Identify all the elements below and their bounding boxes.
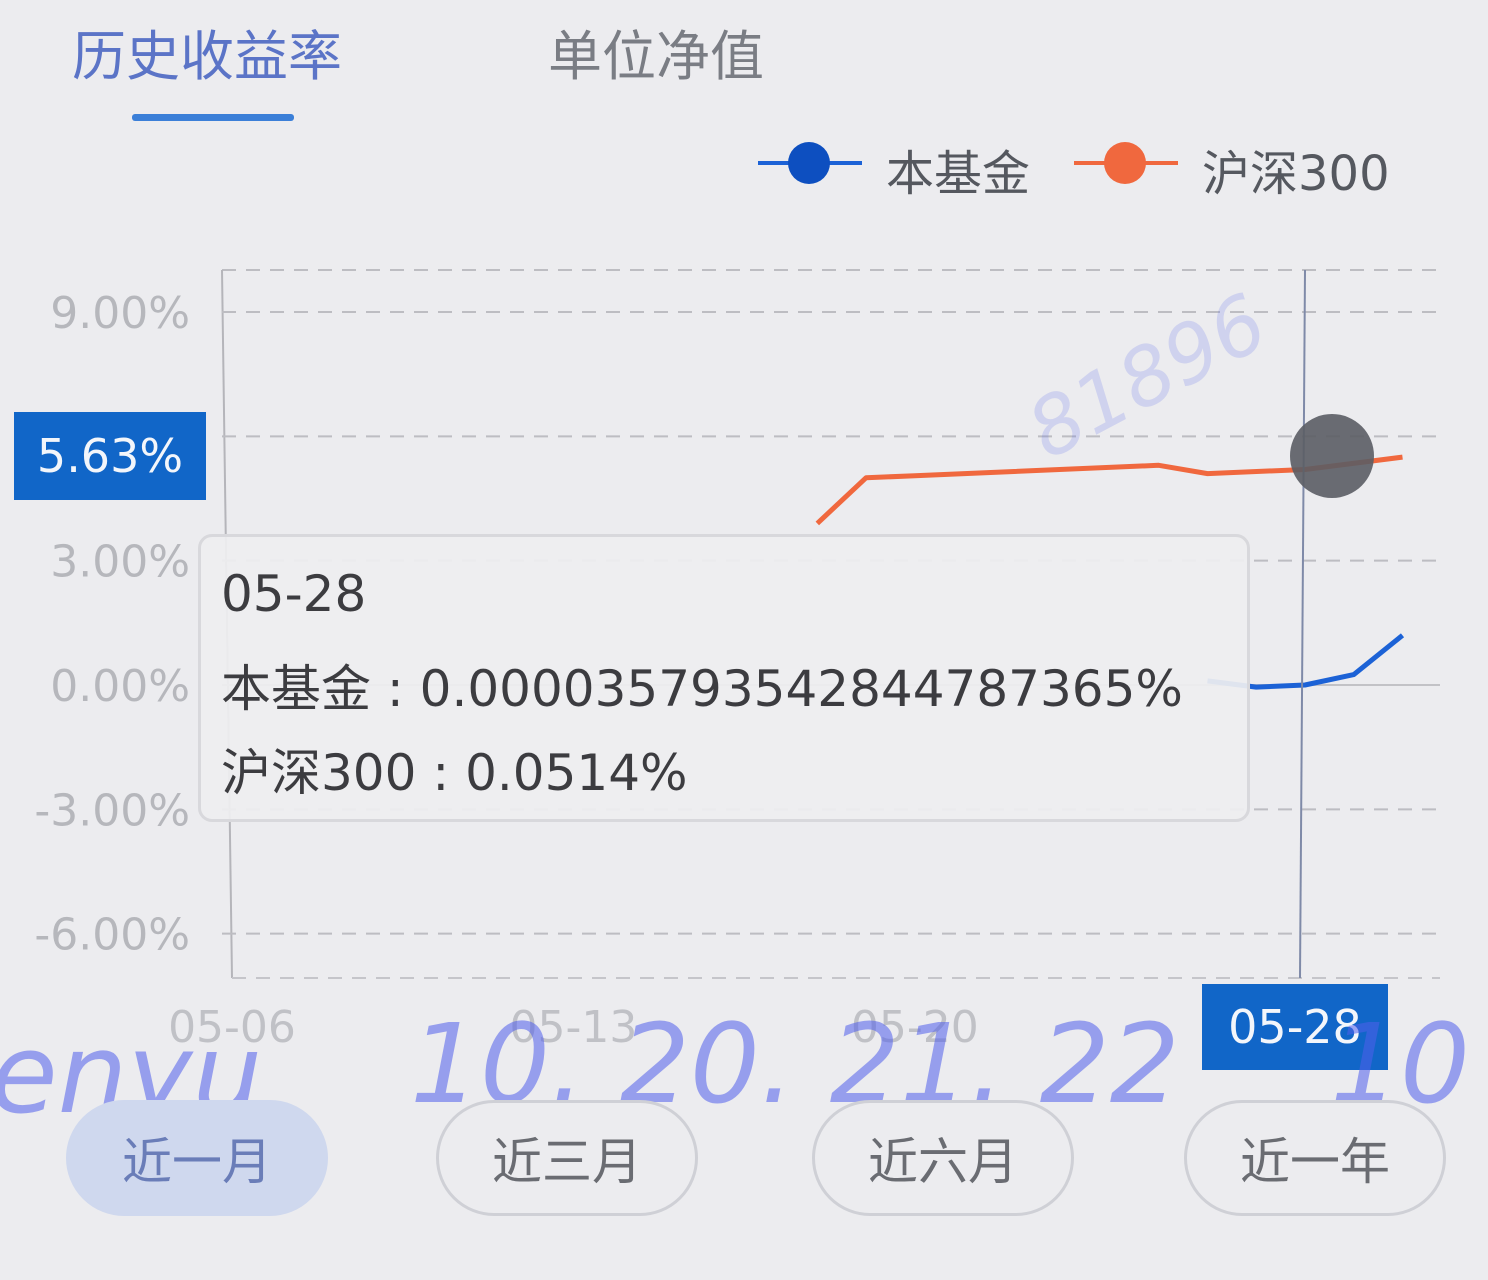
tooltip-date: 05-28 bbox=[221, 565, 367, 623]
y-tick-label: 3.00% bbox=[50, 537, 190, 588]
y-tick-label: -6.00% bbox=[34, 910, 190, 961]
y-tick-label: 9.00% bbox=[50, 288, 190, 339]
chart-tooltip: 05-28 本基金 : 0.000035793542844787365% 沪深3… bbox=[198, 534, 1250, 822]
range-button-1y[interactable]: 近一年 bbox=[1184, 1100, 1446, 1216]
tooltip-fund-value: 本基金 : 0.000035793542844787365% bbox=[221, 660, 1183, 718]
y-axis-ticks: 9.00% 3.00% 0.00% -3.00% -6.00% bbox=[34, 288, 190, 961]
y-tick-label: 0.00% bbox=[50, 661, 190, 712]
tooltip-index-value: 沪深300 : 0.0514% bbox=[221, 744, 688, 802]
x-axis-ticks: 05-06 05-13 05-20 bbox=[168, 1002, 979, 1053]
hover-point-marker bbox=[1290, 414, 1374, 498]
crosshair-x-label: 05-28 bbox=[1202, 984, 1388, 1070]
crosshair-vertical bbox=[1299, 269, 1306, 979]
x-tick-label: 05-20 bbox=[851, 1002, 979, 1053]
range-button-6m[interactable]: 近六月 bbox=[812, 1100, 1074, 1216]
y-tick-label: -3.00% bbox=[34, 785, 190, 836]
x-tick-label: 05-13 bbox=[509, 1002, 637, 1053]
x-tick-label: 05-06 bbox=[168, 1002, 296, 1053]
crosshair-y-label: 5.63% bbox=[14, 412, 206, 500]
range-button-1m[interactable]: 近一月 bbox=[66, 1100, 328, 1216]
range-button-3m[interactable]: 近三月 bbox=[436, 1100, 698, 1216]
